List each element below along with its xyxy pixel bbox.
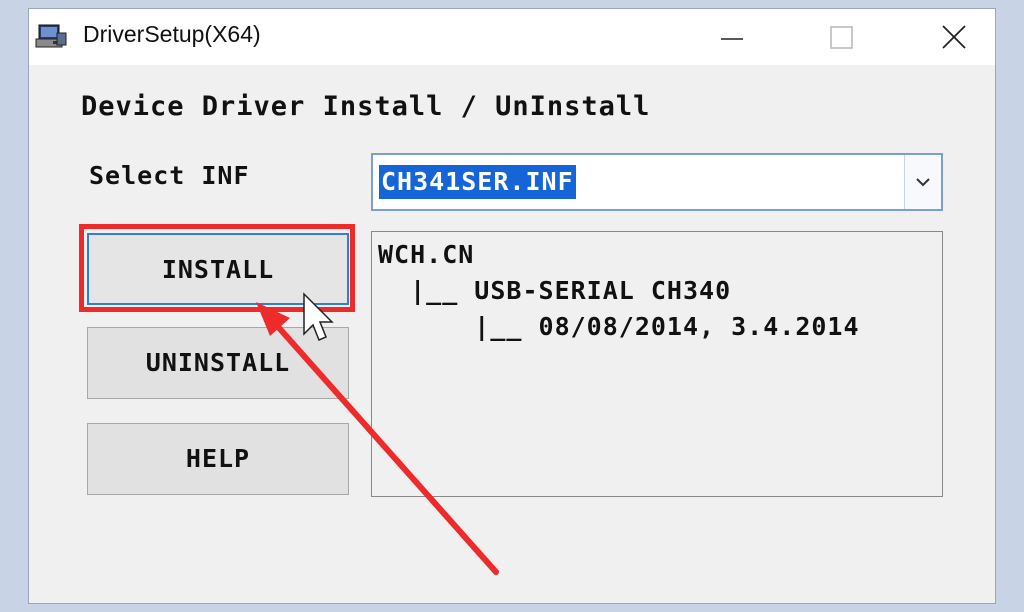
help-button[interactable]: HELP bbox=[87, 423, 349, 495]
driver-setup-window: DriverSetup(X64) Device Driver Install /… bbox=[28, 8, 996, 604]
maximize-button[interactable] bbox=[807, 9, 877, 65]
minimize-button[interactable] bbox=[697, 9, 767, 65]
close-icon bbox=[942, 25, 966, 49]
inf-select-dropdown[interactable]: CH341SER.INF bbox=[371, 153, 943, 211]
uninstall-button[interactable]: UNINSTALL bbox=[87, 327, 349, 399]
window-title: DriverSetup(X64) bbox=[83, 21, 261, 47]
dropdown-button[interactable] bbox=[904, 155, 941, 209]
app-icon bbox=[35, 23, 67, 53]
install-highlight-box bbox=[79, 224, 355, 312]
info-line-device: |__ USB-SERIAL CH340 bbox=[378, 276, 732, 305]
maximize-icon bbox=[830, 26, 853, 49]
driver-info-panel: WCH.CN |__ USB-SERIAL CH340 |__ 08/08/20… bbox=[371, 231, 943, 497]
title-bar[interactable]: DriverSetup(X64) bbox=[29, 9, 995, 65]
minimize-icon bbox=[721, 38, 743, 40]
select-inf-label: Select INF bbox=[89, 161, 250, 190]
chevron-down-icon bbox=[916, 178, 930, 187]
page-heading: Device Driver Install / UnInstall bbox=[81, 91, 651, 122]
info-line-version: |__ 08/08/2014, 3.4.2014 bbox=[378, 312, 860, 341]
close-button[interactable] bbox=[919, 9, 989, 65]
info-line-vendor: WCH.CN bbox=[378, 240, 475, 269]
inf-selected-value[interactable]: CH341SER.INF bbox=[379, 165, 576, 199]
